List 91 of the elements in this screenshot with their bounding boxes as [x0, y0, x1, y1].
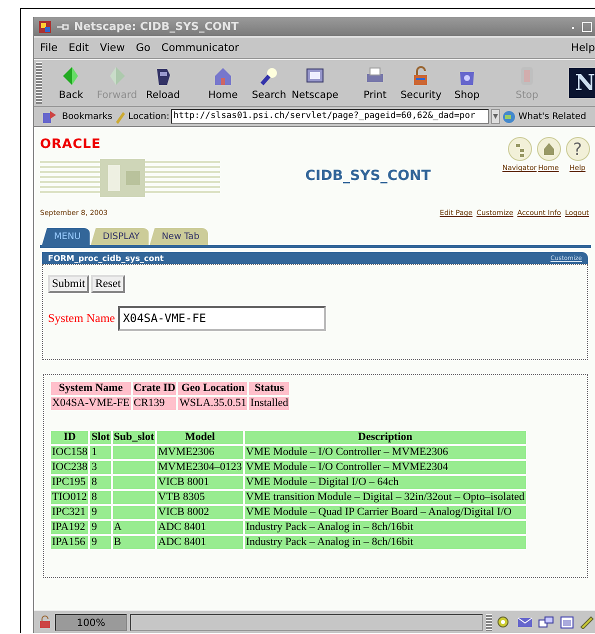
system-name-field[interactable]: X04SA-VME-FE — [118, 306, 326, 331]
table-cell: VME Module – Quad IP Carrier Board – Analog/Digital I/O — [244, 506, 526, 519]
menu-item[interactable]: Help — [571, 42, 595, 54]
logo: ORACLE — [40, 137, 102, 152]
table-cell: Industry Pack – Analog in – 8ch/16bit — [244, 536, 526, 549]
component-bar-handle[interactable] — [486, 614, 492, 630]
column-header: Slot — [90, 431, 111, 444]
search-icon — [258, 65, 280, 87]
table-cell: VME Module – I/O Controller – MVME2304 — [244, 461, 526, 474]
table-cell: ADC 8401 — [157, 521, 243, 534]
toolbar-button[interactable]: Reload — [140, 60, 186, 106]
toolbar-button[interactable]: Shop — [444, 60, 490, 106]
table-cell: CR139 — [132, 397, 176, 410]
table-cell: 9 — [90, 521, 111, 534]
table-cell: 3 — [90, 461, 111, 474]
column-header: System Name — [51, 382, 131, 395]
table-cell: Industry Pack – Analog in – 8ch/16bit — [244, 521, 526, 534]
toolbar-button[interactable]: Back — [48, 60, 94, 106]
table-cell: 8 — [90, 491, 111, 504]
column-header: Sub_slot — [112, 431, 156, 444]
house-icon[interactable] — [536, 137, 560, 161]
column-header: Description — [244, 431, 526, 444]
table-cell: X04SA-VME-FE — [51, 397, 131, 410]
table-cell: ADC 8401 — [157, 536, 243, 549]
pencil-icon[interactable] — [579, 615, 595, 629]
table-cell: Installed — [249, 397, 290, 410]
table-cell: 1 — [90, 446, 111, 459]
dropdown-icon[interactable] — [491, 109, 500, 124]
table-cell: IOC158 — [51, 446, 88, 459]
table-cell: VME transition Module – Digital – 32in/32out – Opto–isolated — [244, 491, 526, 504]
chat-icon[interactable] — [537, 615, 555, 629]
table-cell: IPA192 — [51, 521, 88, 534]
location-label: Location: — [128, 112, 170, 122]
table-cell: VME Module – Digital I/O – 64ch — [244, 476, 526, 489]
home-icon — [212, 65, 234, 87]
window-title: Netscape: CIDB_SYS_CONT — [74, 20, 240, 33]
toolbar-button[interactable]: Print — [352, 60, 398, 106]
table-cell: VTB 8305 — [157, 491, 243, 504]
table-cell: TIO012 — [51, 491, 88, 504]
table-cell: MVME2306 — [157, 446, 243, 459]
table-cell: WSLA.35.0.51 — [178, 397, 248, 410]
bookmarks-button[interactable]: Bookmarks — [62, 112, 112, 122]
form-button[interactable]: Reset — [91, 275, 125, 293]
menu-item[interactable]: View — [100, 42, 125, 54]
portlet-title: FORM_proc_cidb_sys_cont — [48, 254, 164, 262]
app-icon — [38, 20, 52, 34]
toolbar-button[interactable]: Search — [246, 60, 292, 106]
menu-item[interactable]: File — [40, 42, 58, 54]
zoom-level: 100% — [55, 614, 127, 630]
table-cell: IOC238 — [51, 461, 88, 474]
table-cell: VME Module – I/O Controller – MVME2306 — [244, 446, 526, 459]
tree-icon[interactable] — [508, 137, 532, 161]
page-title: CIDB_SYS_CONT — [305, 168, 431, 184]
toolbar-button[interactable]: Netscape — [292, 60, 338, 106]
menu-item[interactable]: Go — [136, 42, 150, 54]
tab[interactable]: New Tab — [150, 228, 208, 245]
column-header: Model — [157, 431, 243, 444]
toolbar-handle[interactable] — [36, 62, 42, 104]
whats-related-button[interactable]: What's Related — [518, 112, 586, 122]
menu-item[interactable]: Communicator — [161, 42, 239, 54]
column-header: Geo Location — [178, 382, 248, 395]
pencil-icon — [114, 110, 126, 124]
table-cell: 9 — [90, 506, 111, 519]
logo-icon: N — [569, 68, 595, 98]
table-cell: B — [112, 536, 156, 549]
column-header: Crate ID — [132, 382, 176, 395]
column-header: Status — [249, 382, 290, 395]
table-cell: IPC195 — [51, 476, 88, 489]
table-cell: MVME2304–0123 — [157, 461, 243, 474]
table-cell: A — [112, 521, 156, 534]
table-cell: IPC321 — [51, 506, 88, 519]
mail-icon[interactable] — [516, 615, 534, 629]
field-label: System Name — [48, 311, 115, 326]
globe-icon — [502, 110, 516, 124]
padlock-icon — [38, 615, 52, 629]
table-cell: VICB 8002 — [157, 506, 243, 519]
tab[interactable]: MENU — [42, 228, 90, 245]
tab[interactable]: DISPLAY — [90, 228, 149, 245]
table-cell: 8 — [90, 476, 111, 489]
pin-icon — [56, 22, 70, 32]
help-icon[interactable]: ? — [566, 137, 590, 161]
table-cell: VICB 8001 — [157, 476, 243, 489]
form-button[interactable]: Submit — [48, 275, 90, 293]
url-field[interactable]: http://slsas01.psi.ch/servlet/page?_pageid=60,62&_dad=por — [171, 109, 490, 124]
menu-item[interactable]: Edit — [68, 42, 89, 54]
table-cell: 9 — [90, 536, 111, 549]
maximize-icon[interactable] — [581, 20, 593, 32]
column-header: ID — [51, 431, 88, 444]
toolbar-button[interactable]: Security — [398, 60, 444, 106]
toolbar-button[interactable]: Home — [200, 60, 246, 106]
table-cell: IPA156 — [51, 536, 88, 549]
